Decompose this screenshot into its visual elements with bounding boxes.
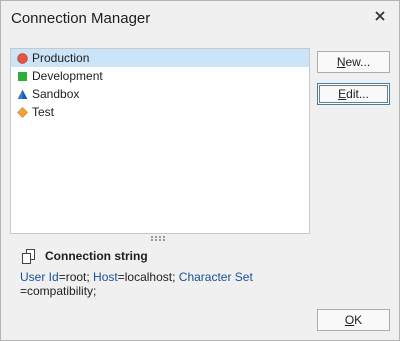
list-item-sandbox[interactable]: Sandbox xyxy=(11,85,309,103)
connection-manager-dialog: Connection Manager Production Developmen… xyxy=(0,0,400,341)
orange-diamond-icon xyxy=(17,107,28,118)
dialog-title: Connection Manager xyxy=(11,10,151,27)
ok-button-label: K xyxy=(354,313,363,327)
close-button[interactable] xyxy=(369,7,391,25)
list-item-label: Development xyxy=(32,69,103,83)
connection-string-value: User Id=root; Host=localhost; Character … xyxy=(20,270,305,298)
connection-string-panel: Connection string User Id=root; Host=loc… xyxy=(10,241,308,331)
list-item-label: Production xyxy=(32,51,90,65)
list-item-development[interactable]: Development xyxy=(11,67,309,85)
connection-string-title: Connection string xyxy=(45,249,148,263)
connections-list[interactable]: Production Development Sandbox Test xyxy=(10,48,310,234)
new-button-label: ew... xyxy=(345,55,371,69)
edit-button-mnemonic: E xyxy=(338,87,347,101)
list-item-production[interactable]: Production xyxy=(11,49,309,67)
param-value-character-set: =compatibility; xyxy=(20,284,97,298)
connection-string-header: Connection string xyxy=(22,248,148,264)
list-item-label: Sandbox xyxy=(32,87,80,101)
red-circle-icon xyxy=(17,53,28,64)
edit-button-label: dit... xyxy=(346,87,369,101)
ok-button-mnemonic: O xyxy=(344,313,355,327)
title-bar: Connection Manager xyxy=(1,1,399,39)
new-button[interactable]: New... xyxy=(317,51,390,73)
param-value-host: =localhost; xyxy=(117,270,179,284)
close-icon xyxy=(375,11,385,21)
param-key-user-id: User Id xyxy=(20,270,59,284)
ok-button[interactable]: OK xyxy=(317,309,390,331)
new-button-mnemonic: N xyxy=(336,55,346,69)
blue-triangle-icon xyxy=(17,89,28,99)
list-item-test[interactable]: Test xyxy=(11,103,309,121)
edit-button[interactable]: Edit... xyxy=(317,83,390,105)
copy-icon xyxy=(22,248,35,264)
param-value-user-id: =root; xyxy=(58,270,94,284)
green-square-icon xyxy=(18,72,27,81)
param-key-character-set: Character Set xyxy=(178,270,253,284)
param-key-host: Host xyxy=(93,270,118,284)
list-item-label: Test xyxy=(32,105,55,119)
